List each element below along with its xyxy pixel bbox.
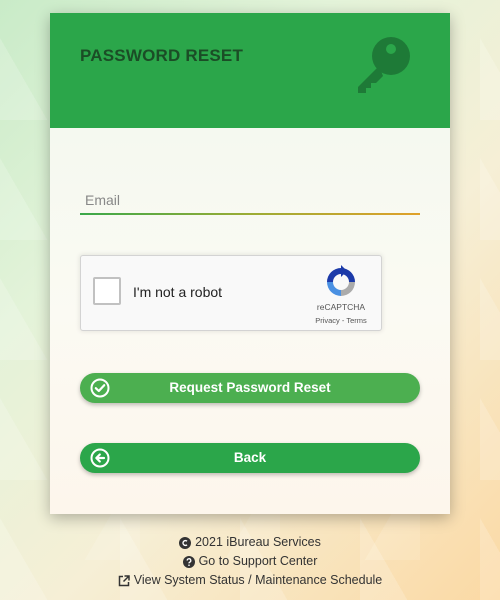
password-reset-card: PASSWORD RESET I'm not a robot reCAPTCHA… — [50, 13, 450, 514]
copyright-text: 2021 iBureau Services — [195, 535, 321, 549]
recaptcha-widget: I'm not a robot reCAPTCHA Privacy - Term… — [80, 255, 382, 331]
recaptcha-logo-icon — [327, 265, 355, 296]
recaptcha-checkbox[interactable] — [93, 277, 121, 305]
request-password-reset-label: Request Password Reset — [169, 380, 331, 395]
recaptcha-label: I'm not a robot — [133, 284, 223, 300]
external-link-icon — [118, 574, 130, 586]
recaptcha-privacy-terms-link[interactable]: Privacy - Terms — [299, 316, 383, 325]
footer-status: View System Status / Maintenance Schedul… — [0, 571, 500, 590]
email-field-wrapper — [80, 185, 420, 215]
copyright-icon — [179, 536, 192, 549]
recaptcha-brand: reCAPTCHA — [316, 302, 366, 312]
check-circle-icon — [90, 378, 110, 398]
email-field-underline — [80, 213, 420, 215]
arrow-left-circle-icon — [90, 448, 110, 468]
back-button[interactable]: Back — [80, 443, 420, 473]
request-password-reset-button[interactable]: Request Password Reset — [80, 373, 420, 403]
card-header: PASSWORD RESET — [50, 13, 450, 128]
email-field[interactable] — [80, 185, 420, 214]
system-status-link[interactable]: View System Status / Maintenance Schedul… — [134, 571, 383, 590]
footer-support: Go to Support Center — [0, 552, 500, 571]
footer: 2021 iBureau Services Go to Support Cent… — [0, 533, 500, 590]
back-label: Back — [233, 450, 267, 465]
footer-copyright: 2021 iBureau Services — [0, 533, 500, 552]
support-center-link[interactable]: Go to Support Center — [199, 552, 318, 571]
question-circle-icon — [182, 555, 195, 568]
key-icon — [358, 37, 410, 93]
page-title: PASSWORD RESET — [80, 46, 244, 65]
